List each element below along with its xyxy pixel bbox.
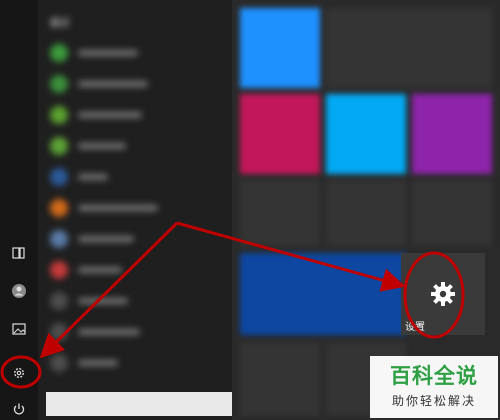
highlight-circle-rail-settings	[0, 355, 42, 389]
watermark-title: 百科全说	[390, 363, 478, 388]
watermark-subtitle: 助你轻松解决	[391, 393, 476, 408]
arrow-to-settings-tile	[176, 221, 406, 292]
watermark: 百科全说 助你轻松解决	[370, 356, 498, 418]
arrow-to-rail-settings	[39, 221, 179, 359]
highlight-circle-settings-tile	[403, 251, 465, 339]
